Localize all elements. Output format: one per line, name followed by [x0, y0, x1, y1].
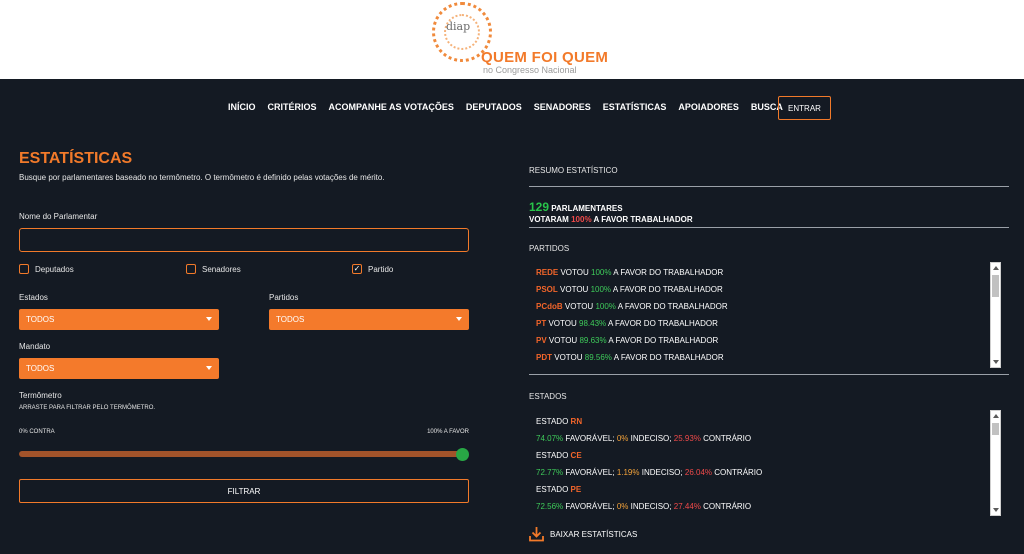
states-list[interactable]: ESTADO RN 74.07% FAVORÁVEL; 0% INDECISO;… [529, 410, 1003, 516]
estados-title: ESTADOS [529, 392, 567, 401]
mandato-label: Mandato [19, 342, 51, 351]
nav-criterios[interactable]: CRITÉRIOS [268, 102, 317, 112]
voted-pct: 100% [571, 215, 592, 224]
nav-deputados[interactable]: DEPUTADOS [466, 102, 522, 112]
termometro-hint: ARRASTE PARA FILTRAR PELO TERMÔMETRO. [19, 405, 156, 411]
list-item: 72.56% FAVORÁVEL; 0% INDECISO; 27.44% CO… [536, 502, 752, 511]
slider-min-label: 0% CONTRA [19, 429, 55, 435]
chevron-down-icon [456, 317, 462, 321]
nav-acompanhe-votacoes[interactable]: ACOMPANHE AS VOTAÇÕES [329, 102, 454, 112]
list-item: 72.77% FAVORÁVEL; 1.19% INDECISO; 26.04%… [536, 468, 763, 477]
partidos-label: Partidos [269, 293, 299, 302]
scroll-down-icon[interactable] [993, 508, 999, 512]
termometro-slider-track[interactable] [19, 451, 462, 457]
logo-mark: diap [446, 20, 471, 33]
scrollbar-thumb[interactable] [992, 423, 999, 435]
slider-max-label: 100% A FAVOR [427, 429, 469, 435]
list-item: PCdoB VOTOU 100% A FAVOR DO TRABALHADOR [536, 302, 728, 311]
nav-estatisticas[interactable]: ESTATÍSTICAS [603, 102, 667, 112]
list-item: REDE VOTOU 100% A FAVOR DO TRABALHADOR [536, 268, 724, 277]
login-button[interactable]: ENTRAR [778, 96, 831, 120]
download-icon [529, 527, 544, 542]
estados-select[interactable]: TODOS [19, 309, 219, 330]
scrollbar-thumb[interactable] [992, 275, 999, 297]
download-label: BAIXAR ESTATÍSTICAS [550, 529, 638, 539]
chevron-down-icon [206, 317, 212, 321]
parties-list[interactable]: REDE VOTOU 100% A FAVOR DO TRABALHADOR P… [529, 262, 1003, 368]
divider [529, 374, 1009, 375]
count-label: PARLAMENTARES [551, 204, 623, 213]
voted-prefix: VOTARAM [529, 215, 569, 224]
list-item: PT VOTOU 98.43% A FAVOR DO TRABALHADOR [536, 319, 718, 328]
header-bar: diap QUEM FOI QUEM no Congresso Nacional [0, 0, 1024, 79]
main-nav: INÍCIO CRITÉRIOS ACOMPANHE AS VOTAÇÕES D… [228, 102, 795, 112]
estados-label: Estados [19, 293, 48, 302]
nav-inicio[interactable]: INÍCIO [228, 102, 256, 112]
name-label: Nome do Parlamentar [19, 212, 98, 221]
partidos-select[interactable]: TODOS [269, 309, 469, 330]
page-subtitle: Busque por parlamentares baseado no term… [19, 173, 385, 182]
divider [529, 227, 1009, 228]
parliamentarian-name-input[interactable] [19, 228, 469, 252]
logo-title: QUEM FOI QUEM [481, 49, 609, 66]
count-value: 129 [529, 200, 550, 214]
partidos-title: PARTIDOS [529, 244, 570, 253]
logo-subtitle: no Congresso Nacional [483, 65, 577, 75]
voted-summary: VOTARAM 100% A FAVOR TRABALHADOR [529, 215, 693, 224]
checkbox-partido[interactable]: ✓ Partido [352, 264, 393, 274]
download-stats-link[interactable]: BAIXAR ESTATÍSTICAS [529, 526, 637, 542]
list-item: PV VOTOU 89.63% A FAVOR DO TRABALHADOR [536, 336, 719, 345]
mandato-select-value: TODOS [26, 364, 55, 373]
site-logo[interactable]: diap QUEM FOI QUEM no Congresso Nacional [430, 0, 608, 79]
checkbox-label: Deputados [35, 264, 74, 274]
filter-panel: ESTATÍSTICAS Busque por parlamentares ba… [19, 150, 469, 503]
checkbox-label: Partido [368, 264, 394, 274]
parties-scrollbar[interactable] [990, 262, 1001, 368]
voted-suffix: A FAVOR TRABALHADOR [593, 215, 693, 224]
termometro-label: Termômetro [19, 391, 62, 400]
divider [529, 186, 1009, 187]
checkbox-label: Senadores [202, 264, 241, 274]
list-item: PSOL VOTOU 100% A FAVOR DO TRABALHADOR [536, 285, 723, 294]
checkbox-box[interactable] [19, 264, 29, 274]
checkbox-senadores[interactable]: Senadores [186, 264, 241, 274]
scroll-down-icon[interactable] [993, 360, 999, 364]
nav-senadores[interactable]: SENADORES [534, 102, 591, 112]
list-item: 74.07% FAVORÁVEL; 0% INDECISO; 25.93% CO… [536, 434, 752, 443]
filter-button[interactable]: FILTRAR [19, 479, 469, 503]
list-item: ESTADO CE [536, 451, 582, 460]
states-scrollbar[interactable] [990, 410, 1001, 516]
checkmark-icon[interactable]: ✓ [352, 264, 362, 274]
termometro-slider-thumb[interactable] [456, 448, 469, 461]
page-title: ESTATÍSTICAS [19, 150, 133, 167]
scroll-up-icon[interactable] [993, 414, 999, 418]
summary-title: RESUMO ESTATÍSTICO [529, 166, 618, 175]
chevron-down-icon [206, 366, 212, 370]
scroll-up-icon[interactable] [993, 266, 999, 270]
parliamentarian-count: 129 PARLAMENTARES [529, 200, 623, 214]
list-item: PDT VOTOU 89.56% A FAVOR DO TRABALHADOR [536, 353, 724, 362]
checkbox-box[interactable] [186, 264, 196, 274]
nav-apoiadores[interactable]: APOIADORES [678, 102, 739, 112]
checkbox-deputados[interactable]: Deputados [19, 264, 74, 274]
partidos-select-value: TODOS [276, 315, 305, 324]
mandato-select[interactable]: TODOS [19, 358, 219, 379]
list-item: ESTADO RN [536, 417, 583, 426]
estados-select-value: TODOS [26, 315, 55, 324]
list-item: ESTADO PE [536, 485, 582, 494]
